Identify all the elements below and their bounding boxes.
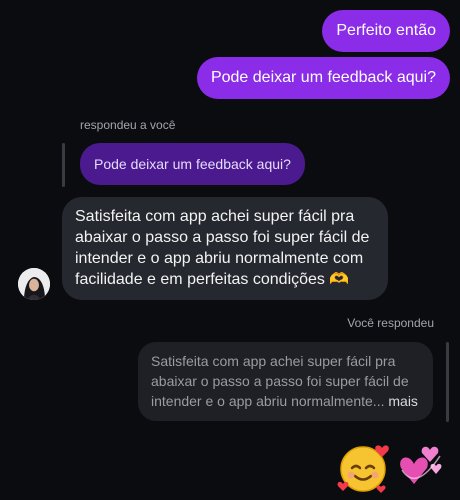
chat-thread: Perfeito então Pode deixar um feedback a… bbox=[0, 0, 460, 500]
quoted-text: Satisfeita com app achei super fácil pra… bbox=[151, 353, 409, 409]
sent-message[interactable]: Perfeito então bbox=[322, 10, 450, 52]
sent-message[interactable]: Pode deixar um feedback aqui? bbox=[196, 57, 450, 99]
reaction-stickers bbox=[334, 438, 446, 496]
reply-caption: respondeu a você bbox=[80, 118, 176, 132]
quoted-received-message[interactable]: Satisfeita com app achei super fácil pra… bbox=[138, 342, 433, 421]
smiling-face-with-hearts-icon[interactable] bbox=[334, 438, 392, 496]
quoted-sent-message[interactable]: Pode deixar um feedback aqui? bbox=[80, 143, 305, 185]
you-replied-caption: Você respondeu bbox=[347, 316, 434, 330]
reply-indicator-bar bbox=[62, 143, 65, 187]
avatar[interactable] bbox=[18, 268, 50, 300]
revolving-hearts-icon[interactable] bbox=[396, 440, 446, 494]
reply-indicator-bar bbox=[446, 342, 449, 422]
received-message[interactable]: Satisfeita com app achei super fácil pra… bbox=[62, 197, 388, 300]
more-link[interactable]: mais bbox=[388, 393, 418, 409]
